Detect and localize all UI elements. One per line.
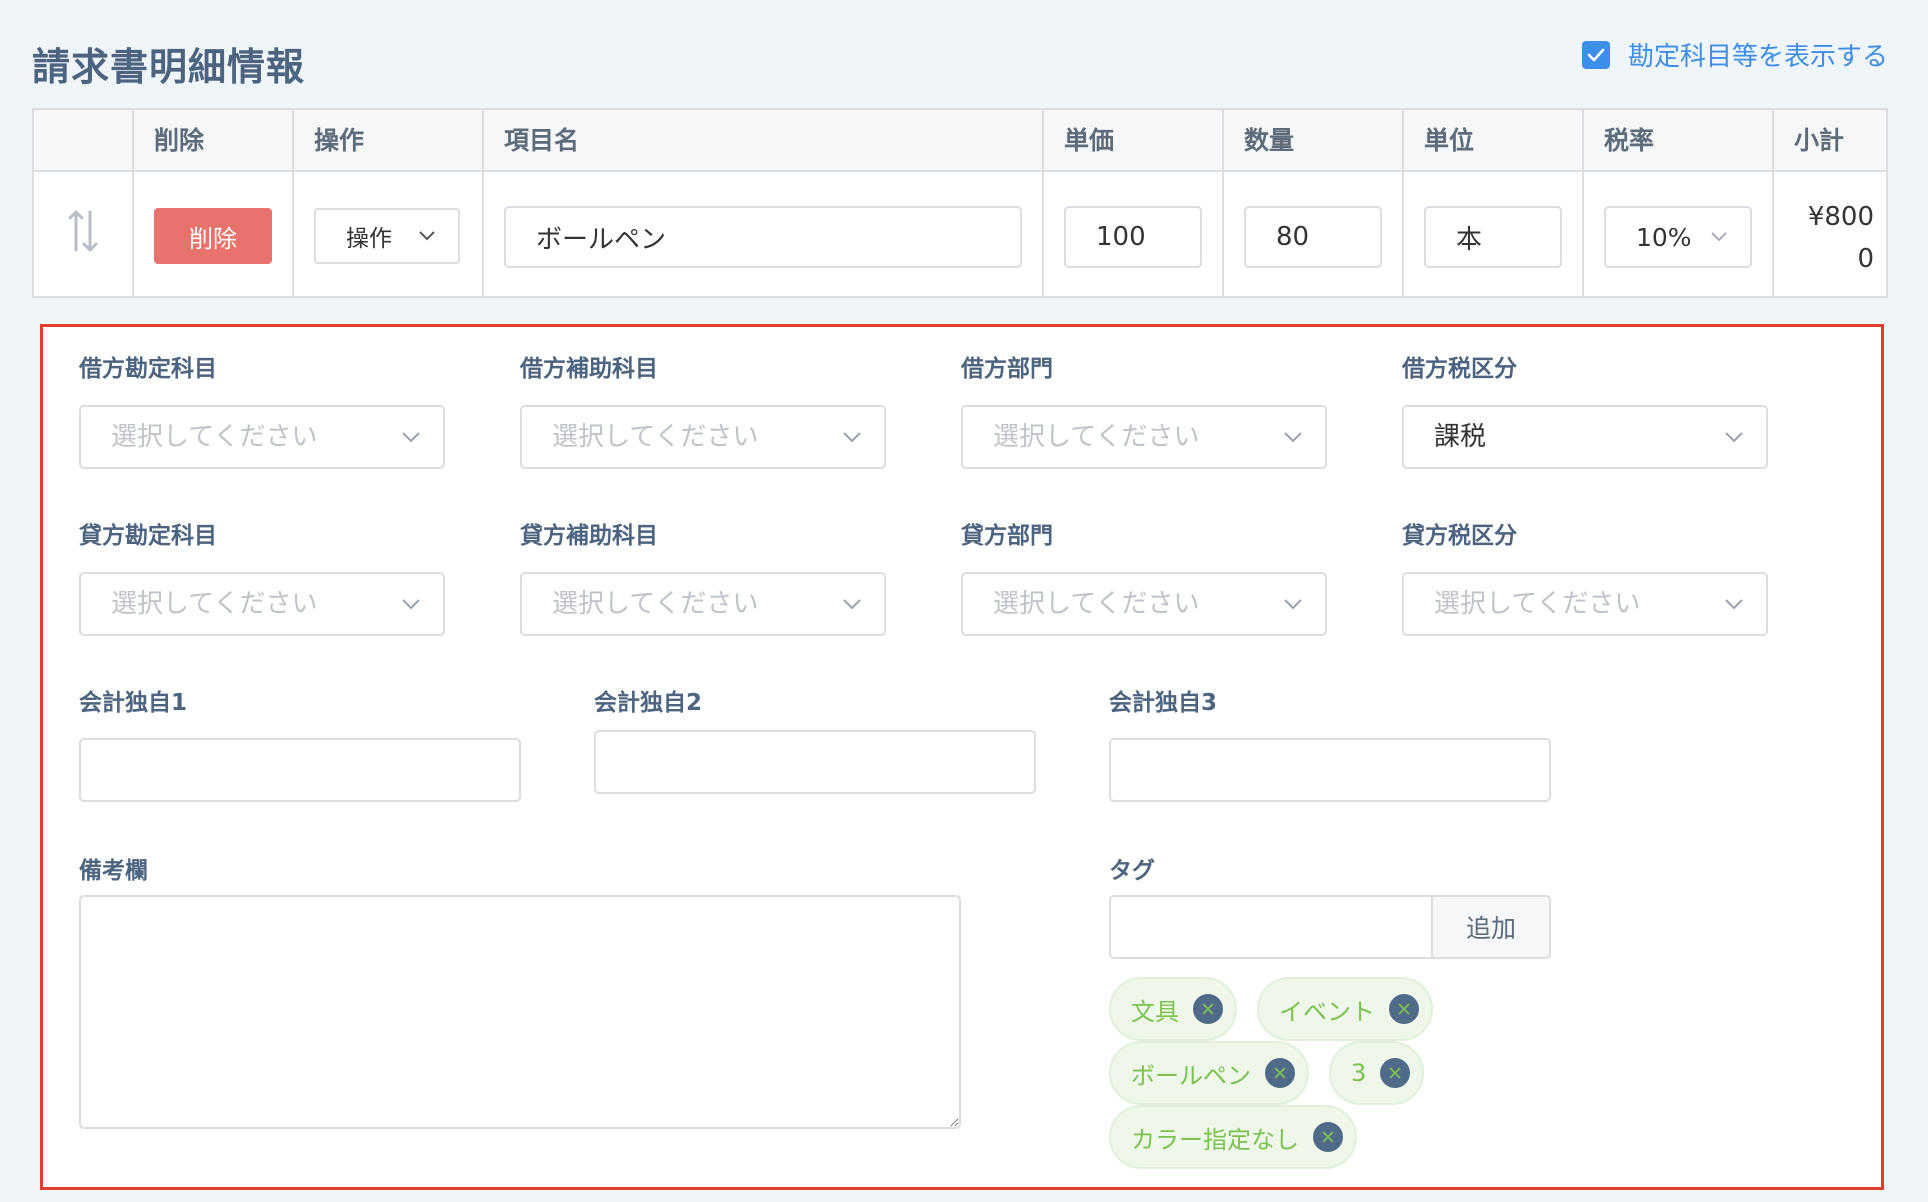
column-header-unit: 単位 bbox=[1424, 126, 1475, 155]
column-header-item-name: 項目名 bbox=[504, 126, 580, 155]
custom-field-2-input[interactable] bbox=[594, 730, 1036, 794]
table-header: 削除 操作 項目名 単価 数量 単位 税率 小計 bbox=[34, 110, 1886, 172]
debit-department-select[interactable]: 選択してください bbox=[961, 405, 1327, 469]
credit-tax-label: 貸方税区分 bbox=[1402, 523, 1517, 549]
tag-label: カラー指定なし bbox=[1131, 1125, 1299, 1154]
show-accounts-checkbox[interactable] bbox=[1581, 40, 1610, 69]
custom-field-1-label: 会計独自1 bbox=[79, 690, 188, 716]
operation-dropdown[interactable]: 操作 bbox=[314, 208, 460, 264]
remove-tag-icon[interactable] bbox=[1193, 994, 1223, 1024]
section-header: 請求書明細情報 勘定科目等を表示する bbox=[32, 30, 1888, 90]
custom-field-3-label: 会計独自3 bbox=[1109, 690, 1218, 716]
page-title: 請求書明細情報 bbox=[32, 45, 306, 89]
custom-field-3-input[interactable] bbox=[1109, 738, 1551, 802]
unit-input[interactable] bbox=[1424, 206, 1562, 268]
custom-field-1-input[interactable] bbox=[79, 738, 521, 802]
tag-input[interactable] bbox=[1109, 895, 1431, 959]
tag-label: 文具 bbox=[1131, 997, 1179, 1026]
remove-tag-icon[interactable] bbox=[1313, 1122, 1343, 1152]
remove-tag-icon[interactable] bbox=[1265, 1058, 1295, 1088]
debit-tax-value: 課税 bbox=[1434, 422, 1487, 452]
tag-chip: 文具 bbox=[1109, 977, 1237, 1041]
debit-sub-account-label: 借方補助科目 bbox=[520, 356, 658, 382]
column-header-quantity: 数量 bbox=[1244, 126, 1295, 155]
debit-department-label: 借方部門 bbox=[961, 356, 1053, 382]
credit-account-label: 貸方勘定科目 bbox=[79, 523, 217, 549]
column-header-subtotal: 小計 bbox=[1794, 126, 1845, 155]
credit-tax-select[interactable]: 選択してください bbox=[1402, 572, 1768, 636]
quantity-input[interactable] bbox=[1244, 206, 1382, 268]
credit-department-label: 貸方部門 bbox=[961, 523, 1053, 549]
column-header-tax-rate: 税率 bbox=[1604, 126, 1655, 155]
chevron-down-icon bbox=[843, 599, 861, 610]
credit-sub-account-label: 貸方補助科目 bbox=[520, 523, 658, 549]
chevron-down-icon bbox=[1284, 599, 1302, 610]
remove-tag-icon[interactable] bbox=[1380, 1058, 1411, 1088]
select-placeholder: 選択してください bbox=[993, 589, 1200, 619]
tax-rate-dropdown[interactable]: 10% bbox=[1604, 206, 1752, 268]
chevron-down-icon bbox=[402, 432, 420, 443]
select-placeholder: 選択してください bbox=[111, 589, 318, 619]
delete-row-button[interactable]: 削除 bbox=[154, 208, 272, 264]
column-header-operation: 操作 bbox=[314, 126, 365, 155]
tag-label: イベント bbox=[1279, 997, 1375, 1026]
debit-tax-label: 借方税区分 bbox=[1402, 356, 1517, 382]
item-name-input[interactable] bbox=[504, 206, 1022, 268]
debit-sub-account-select[interactable]: 選択してください bbox=[520, 405, 886, 469]
operation-dropdown-label: 操作 bbox=[346, 226, 392, 252]
show-accounts-label[interactable]: 勘定科目等を表示する bbox=[1628, 36, 1888, 73]
debit-account-select[interactable]: 選択してください bbox=[79, 405, 445, 469]
credit-account-select[interactable]: 選択してください bbox=[79, 572, 445, 636]
tags-label: タグ bbox=[1109, 858, 1155, 884]
chevron-down-icon bbox=[1725, 599, 1743, 610]
column-header-unit-price: 単価 bbox=[1064, 126, 1115, 155]
subtotal-value: ¥8000 bbox=[1807, 202, 1874, 274]
unit-price-input[interactable] bbox=[1064, 206, 1202, 268]
chevron-down-icon bbox=[1284, 432, 1302, 443]
chevron-down-icon bbox=[1725, 432, 1743, 443]
select-placeholder: 選択してください bbox=[1434, 589, 1641, 619]
tag-chip: ボールペン bbox=[1109, 1041, 1309, 1105]
remarks-label: 備考欄 bbox=[79, 858, 148, 884]
tax-rate-value: 10% bbox=[1636, 222, 1692, 252]
remarks-textarea[interactable] bbox=[79, 895, 961, 1129]
select-placeholder: 選択してください bbox=[552, 589, 759, 619]
chevron-down-icon bbox=[402, 599, 420, 610]
add-tag-button[interactable]: 追加 bbox=[1431, 895, 1551, 959]
debit-account-label: 借方勘定科目 bbox=[79, 356, 217, 382]
column-header-delete: 削除 bbox=[154, 126, 205, 155]
credit-department-select[interactable]: 選択してください bbox=[961, 572, 1327, 636]
tag-chip: 3 bbox=[1329, 1041, 1425, 1105]
remove-tag-icon[interactable] bbox=[1389, 994, 1419, 1024]
custom-field-2-label: 会計独自2 bbox=[594, 690, 703, 716]
select-placeholder: 選択してください bbox=[993, 422, 1200, 452]
chevron-down-icon bbox=[843, 432, 861, 443]
tag-chip: カラー指定なし bbox=[1109, 1105, 1357, 1169]
tag-chip: イベント bbox=[1257, 977, 1433, 1041]
chevron-down-icon bbox=[419, 231, 435, 241]
credit-sub-account-select[interactable]: 選択してください bbox=[520, 572, 886, 636]
invoice-items-table: 削除 操作 項目名 単価 数量 単位 税率 小計 削除 操作 10% bbox=[32, 108, 1888, 298]
check-icon bbox=[1587, 48, 1605, 61]
chevron-down-icon bbox=[1711, 232, 1727, 242]
select-placeholder: 選択してください bbox=[111, 422, 318, 452]
sort-handle-icon[interactable] bbox=[64, 206, 104, 256]
accounting-details-panel: 借方勘定科目 選択してください 借方補助科目 選択してください 借方部門 選択し… bbox=[40, 324, 1884, 1190]
debit-tax-select[interactable]: 課税 bbox=[1402, 405, 1768, 469]
show-accounts-toggle[interactable]: 勘定科目等を表示する bbox=[1581, 36, 1888, 73]
table-row: 削除 操作 10% ¥8000 bbox=[34, 172, 1886, 298]
tag-label: 3 bbox=[1351, 1059, 1367, 1087]
select-placeholder: 選択してください bbox=[552, 422, 759, 452]
tag-label: ボールペン bbox=[1131, 1061, 1251, 1090]
